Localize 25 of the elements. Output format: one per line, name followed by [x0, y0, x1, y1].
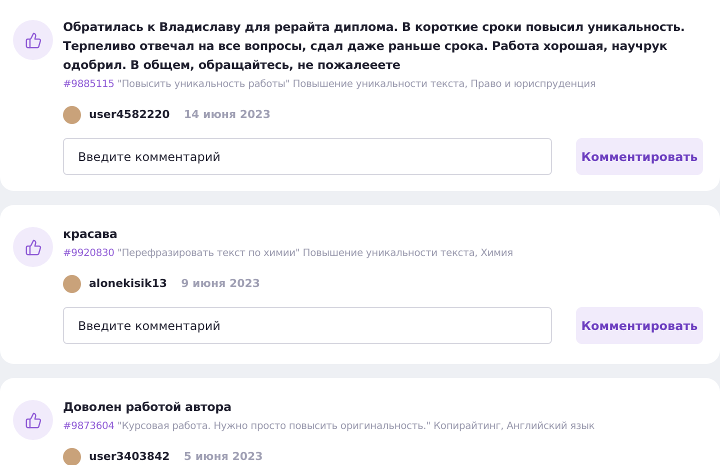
- review-text: Доволен работой автора: [63, 399, 232, 416]
- order-link[interactable]: #9873604: [63, 421, 114, 432]
- order-info: "Повысить уникальность работы" Повышение уникальности текста, Право и юриспруденция: [117, 79, 596, 90]
- comment-field[interactable]: Введите комментарий: [63, 138, 552, 175]
- review-text: красава: [63, 226, 118, 243]
- order-link[interactable]: #9885115: [63, 79, 114, 90]
- user-name[interactable]: user3403842: [89, 448, 170, 465]
- order-link[interactable]: #9920830: [63, 248, 114, 259]
- order-info: "Перефразировать текст по химии" Повышение уникальности текста, Химия: [117, 248, 513, 259]
- review-date: 5 июня 2023: [184, 448, 263, 465]
- user-name[interactable]: user4582220: [89, 106, 170, 124]
- avatar: [63, 448, 81, 465]
- review-date: 9 июня 2023: [181, 276, 260, 292]
- comment-button[interactable]: Комментировать: [576, 307, 703, 344]
- avatar: [63, 275, 81, 293]
- review-date: 14 июня 2023: [184, 106, 270, 123]
- order-info: "Курсовая работа. Нужно просто повысить оригинальность." Копирайтинг, Английский язык: [117, 421, 595, 432]
- user-name[interactable]: alonekisik13: [89, 276, 168, 292]
- review-text: Обратилась к Владиславу для рерайта диплома. В короткие сроки повысил уникальность. Терпеливо отвечал на все вопросы, сдал даже раньше срока. Работа хорошая, научрук одобрил. В общем, обращайтесь, не пожалееете: [63, 19, 686, 74]
- thumbs-up-icon: [24, 412, 42, 428]
- comment-field[interactable]: Введите комментарий: [63, 307, 552, 344]
- comment-button[interactable]: Комментировать: [576, 138, 703, 175]
- thumbs-up-icon: [24, 32, 42, 48]
- thumbs-up-icon: [24, 238, 42, 256]
- avatar: [63, 106, 81, 124]
